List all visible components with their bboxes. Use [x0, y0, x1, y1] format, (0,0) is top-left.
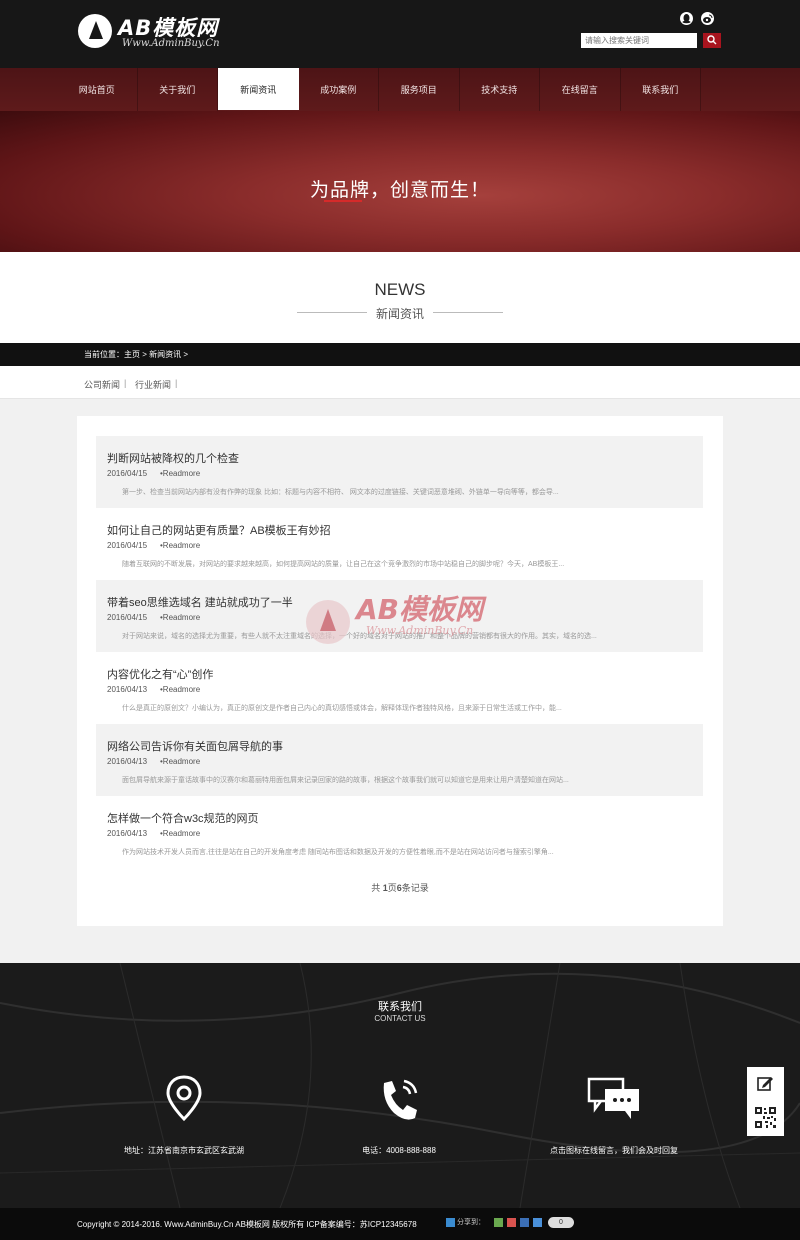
- news-date: 2016/04/13: [107, 757, 148, 766]
- news-item[interactable]: 判断网站被降权的几个检查 2016/04/15 •Readmore 第一步、检查…: [96, 436, 703, 508]
- share-text: 分享到：: [456, 1219, 485, 1226]
- watermark-logo: AB模板网 Www.AdminBuy.Cn: [306, 586, 506, 656]
- qq-icon[interactable]: [680, 12, 693, 25]
- news-item[interactable]: 如何让自己的网站更有质量？AB模板王有妙招 2016/04/15 •Readmo…: [96, 508, 703, 580]
- tab-separator: |: [175, 378, 178, 388]
- search-input[interactable]: [581, 33, 697, 48]
- news-item[interactable]: 内容优化之有“心”创作 2016/04/13 •Readmore 什么是真正的原…: [96, 652, 703, 724]
- hero-banner: 为品牌，创意而生！: [0, 111, 800, 252]
- pagination: 共 1页6条记录: [77, 881, 723, 894]
- tab-industry-news[interactable]: 行业新闻: [135, 378, 171, 391]
- watermark-url: Www.AdminBuy.Cn: [366, 624, 474, 637]
- news-list-panel: 判断网站被降权的几个检查 2016/04/15 •Readmore 第一步、检查…: [77, 416, 723, 926]
- breadcrumb: 当前位置：主页 > 新闻资讯 >: [0, 343, 800, 366]
- share-tencent-icon[interactable]: [520, 1218, 529, 1227]
- pager-prefix: 共: [371, 883, 381, 893]
- news-date: 2016/04/15: [107, 469, 148, 478]
- share-count: 0: [548, 1217, 574, 1228]
- logo-url: Www.AdminBuy.Cn: [122, 38, 220, 49]
- location-pin-icon: [64, 1075, 304, 1127]
- readmore-link[interactable]: •Readmore: [160, 541, 200, 550]
- news-date: 2016/04/13: [107, 829, 148, 838]
- copyright-text: Copyright © 2014-2016. Www.AdminBuy.Cn A…: [77, 1220, 417, 1229]
- section-title-en: NEWS: [374, 280, 426, 299]
- phone-icon: [279, 1075, 519, 1127]
- news-summary: 作为网站技术开发人员而言,往往是站在自己的开发角度考虑 随同站布图话和数据及开发…: [122, 849, 554, 856]
- news-summary: 什么是真正的原创文？小编认为，真正的原创文是作者自己内心的真切感悟或体会，解释体…: [122, 705, 562, 712]
- search-button[interactable]: [703, 33, 721, 48]
- contact-message[interactable]: 点击图标在线留言，我们会及时回复: [494, 1075, 734, 1156]
- news-date: 2016/04/15: [107, 541, 148, 550]
- share-renren-icon[interactable]: [533, 1218, 542, 1227]
- side-float-panel: [747, 1067, 784, 1136]
- category-tabs: 公司新闻 | 行业新闻 |: [0, 366, 800, 399]
- watermark-name: AB模板网: [356, 593, 484, 626]
- contact-phone: 电话：4008-888-888: [279, 1075, 519, 1156]
- contact-address: 地址：江苏省南京市玄武区玄武湖: [64, 1075, 304, 1156]
- header-search: [581, 33, 721, 48]
- title-divider-right: [433, 312, 503, 313]
- readmore-link[interactable]: •Readmore: [160, 829, 200, 838]
- nav-item-support[interactable]: 技术支持: [460, 68, 540, 111]
- slogan-underline: [324, 200, 362, 202]
- news-summary: 第一步、检查当前网站内部有没有作弊的现象 比如：标题与内容不相符、 网文本的过度…: [122, 489, 559, 496]
- weibo-icon[interactable]: [701, 12, 714, 25]
- news-title[interactable]: 如何让自己的网站更有质量？AB模板王有妙招: [107, 522, 331, 538]
- address-text: 地址：江苏省南京市玄武区玄武湖: [124, 1146, 244, 1155]
- news-title[interactable]: 网络公司告诉你有关面包屑导航的事: [107, 738, 283, 754]
- news-date: 2016/04/15: [107, 613, 148, 622]
- share-plus-icon[interactable]: [446, 1217, 455, 1227]
- news-title[interactable]: 内容优化之有“心”创作: [107, 666, 213, 682]
- share-weibo-icon[interactable]: [507, 1218, 516, 1227]
- share-qzone-icon[interactable]: [494, 1218, 503, 1227]
- site-logo[interactable]: AB模板网 Www.AdminBuy.Cn: [78, 12, 228, 52]
- readmore-link[interactable]: •Readmore: [160, 613, 200, 622]
- pager-suffix: 条记录: [401, 883, 429, 893]
- tab-separator: |: [124, 378, 127, 388]
- nav-item-cases[interactable]: 成功案例: [299, 68, 379, 111]
- watermark-mark: [306, 600, 350, 644]
- nav-item-message[interactable]: 在线留言: [540, 68, 621, 111]
- news-title[interactable]: 判断网站被降权的几个检查: [107, 450, 239, 466]
- contact-subtitle: CONTACT US: [374, 1014, 426, 1023]
- readmore-link[interactable]: •Readmore: [160, 685, 200, 694]
- contact-section: 联系我们 CONTACT US 地址：江苏省南京市玄武区玄武湖 电话：4008-…: [0, 963, 800, 1208]
- breadcrumb-text[interactable]: 当前位置：主页 > 新闻资讯 >: [84, 343, 188, 366]
- readmore-link[interactable]: •Readmore: [160, 469, 200, 478]
- chat-bubbles-icon[interactable]: [494, 1075, 734, 1127]
- nav-item-news[interactable]: 新闻资讯: [218, 68, 299, 110]
- news-item[interactable]: 怎样做一个符合w3c规范的网页 2016/04/13 •Readmore 作为网…: [96, 796, 703, 868]
- news-item[interactable]: 网络公司告诉你有关面包屑导航的事 2016/04/13 •Readmore 面包…: [96, 724, 703, 796]
- news-summary: 随着互联网的不断发展，对网站的要求越来越高，如何提高网站的质量，让自己在这个竞争…: [122, 561, 565, 568]
- nav-item-contact[interactable]: 联系我们: [621, 68, 701, 111]
- message-text: 点击图标在线留言，我们会及时回复: [550, 1146, 678, 1155]
- banner-slogan: 为品牌，创意而生！: [309, 180, 490, 201]
- edit-icon[interactable]: [757, 1075, 774, 1097]
- news-title[interactable]: 带着seo思维选域名 建站就成功了一半: [107, 594, 293, 610]
- news-title[interactable]: 怎样做一个符合w3c规范的网页: [107, 810, 259, 826]
- pager-mid: 页: [387, 883, 397, 893]
- site-footer: Copyright © 2014-2016. Www.AdminBuy.Cn A…: [0, 1208, 800, 1240]
- logo-mark: [78, 14, 112, 48]
- news-summary: 面包屑导航来源于童话故事中的汉赛尔和葛丽特用面包屑来记录回家的路的故事，根据这个…: [122, 777, 569, 784]
- nav-item-about[interactable]: 关于我们: [138, 68, 218, 111]
- phone-text: 电话：4008-888-888: [362, 1146, 436, 1155]
- main-nav: 网站首页 关于我们 新闻资讯 成功案例 服务项目 技术支持 在线留言 联系我们: [0, 68, 800, 111]
- contact-title: 联系我们: [378, 1001, 422, 1013]
- qr-code-icon: [754, 1106, 777, 1134]
- news-date: 2016/04/13: [107, 685, 148, 694]
- site-header: AB模板网 Www.AdminBuy.Cn: [0, 0, 800, 68]
- share-label: 分享到：: [446, 1217, 485, 1227]
- readmore-link[interactable]: •Readmore: [160, 757, 200, 766]
- nav-item-services[interactable]: 服务项目: [379, 68, 460, 111]
- nav-item-home[interactable]: 网站首页: [57, 68, 138, 111]
- section-title-cn: 新闻资讯: [375, 307, 424, 321]
- search-icon: [707, 35, 717, 45]
- tab-company-news[interactable]: 公司新闻: [84, 378, 120, 391]
- section-heading: NEWS 新闻资讯: [0, 252, 800, 343]
